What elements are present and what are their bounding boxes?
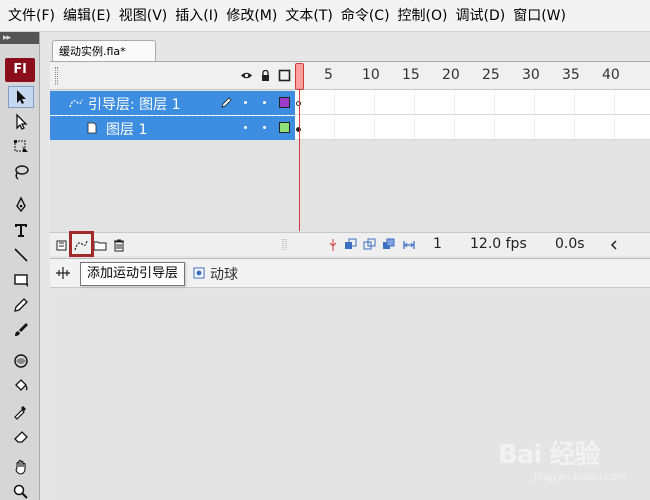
ruler-label: 30	[522, 67, 540, 83]
free-transform-tool-icon[interactable]	[8, 136, 34, 158]
delete-layer-icon[interactable]	[112, 238, 126, 252]
layer-icon	[86, 122, 98, 138]
frame-row-divider	[295, 114, 650, 115]
hand-tool-icon[interactable]	[8, 456, 34, 478]
timeline-toggle-icon[interactable]	[54, 265, 72, 285]
paint-bucket-tool-icon[interactable]	[8, 375, 34, 397]
ruler-label: 15	[402, 67, 420, 83]
onion-skin-icon[interactable]	[344, 238, 358, 252]
visibility-dot-icon[interactable]	[244, 101, 247, 104]
modify-onion-markers-icon[interactable]	[402, 238, 416, 252]
menu-view[interactable]: 视图(V)	[115, 0, 172, 32]
frame-row-divider	[295, 139, 650, 140]
watermark-logo: Bai 经验	[498, 440, 600, 470]
scene-label[interactable]: 动球	[210, 264, 238, 284]
scroll-left-icon[interactable]	[607, 238, 621, 252]
ruler-label: 35	[562, 67, 580, 83]
menu-edit[interactable]: 编辑(E)	[59, 0, 115, 32]
visibility-dot-icon[interactable]	[244, 126, 247, 129]
zoom-tool-icon[interactable]	[8, 481, 34, 500]
motion-guide-icon	[69, 97, 83, 113]
playhead[interactable]	[295, 63, 304, 90]
symbol-icon	[193, 267, 205, 283]
ruler-label: 25	[482, 67, 500, 83]
insert-layer-icon[interactable]	[55, 238, 69, 252]
menu-file[interactable]: 文件(F)	[4, 0, 59, 32]
add-motion-guide-tooltip: 添加运动引导层	[80, 262, 186, 286]
pencil-icon	[220, 96, 233, 113]
rectangle-tool-icon[interactable]	[8, 269, 34, 291]
timeline-footer: 1 12.0 fps 0.0s	[50, 232, 650, 256]
current-frame: 1	[433, 236, 442, 252]
layer-name[interactable]: 图层 1	[106, 119, 147, 139]
panel-grip-icon[interactable]	[55, 67, 58, 85]
outline-color-icon[interactable]	[279, 122, 290, 133]
pen-tool-icon[interactable]	[8, 194, 34, 216]
subselection-tool-icon[interactable]	[8, 111, 34, 133]
edit-multiple-frames-icon[interactable]	[382, 238, 396, 252]
watermark-url: jingyan.baidu.com	[534, 472, 627, 483]
divider-grip-icon[interactable]	[282, 238, 288, 252]
eyedropper-tool-icon[interactable]	[8, 400, 34, 422]
outline-color-icon[interactable]	[279, 97, 290, 108]
ruler-label: 40	[602, 67, 620, 83]
insert-folder-icon[interactable]	[93, 238, 107, 252]
playhead-line	[299, 90, 300, 231]
onion-skin-outline-icon[interactable]	[363, 238, 377, 252]
brush-tool-icon[interactable]	[8, 319, 34, 341]
deco-tool-icon[interactable]	[8, 350, 34, 372]
lock-icon[interactable]	[259, 69, 272, 82]
layer-row-1[interactable]: 图层 1	[50, 116, 295, 140]
selection-tool-icon[interactable]	[8, 86, 34, 108]
eraser-tool-icon[interactable]	[8, 425, 34, 447]
center-frame-icon[interactable]	[326, 238, 340, 252]
line-tool-icon[interactable]	[8, 244, 34, 266]
menu-control[interactable]: 控制(O)	[394, 0, 452, 32]
lock-dot-icon[interactable]	[263, 126, 266, 129]
frame-rate[interactable]: 12.0 fps	[470, 236, 527, 252]
tools-panel: ▸▸ Fl	[0, 32, 40, 500]
flash-logo: Fl	[5, 58, 35, 82]
pencil-tool-icon[interactable]	[8, 294, 34, 316]
panel-collapse-icon[interactable]: ▸▸	[0, 32, 39, 44]
timeline-header: 5 10 15 20 25 30 35 40	[50, 62, 650, 90]
lasso-tool-icon[interactable]	[8, 161, 34, 183]
menu-bar: 文件(F) 编辑(E) 视图(V) 插入(I) 修改(M) 文本(T) 命令(C…	[0, 0, 650, 32]
menu-window[interactable]: 窗口(W)	[509, 0, 570, 32]
outline-icon[interactable]	[278, 69, 291, 82]
timeline-panel: 5 10 15 20 25 30 35 40 引导层: 图层 1 图层 1 1 …	[50, 61, 650, 257]
baidu-watermark: Bai 经验 jingyan.baidu.com	[498, 430, 638, 490]
menu-text[interactable]: 文本(T)	[281, 0, 336, 32]
document-tab[interactable]: 缓动实例.fla*	[52, 40, 156, 62]
add-motion-guide-button-highlight	[69, 231, 94, 257]
menu-insert[interactable]: 插入(I)	[171, 0, 222, 32]
frames-grid[interactable]	[295, 90, 650, 140]
layer-row-guide[interactable]: 引导层: 图层 1	[50, 91, 295, 115]
text-tool-icon[interactable]	[8, 219, 34, 241]
menu-debug[interactable]: 调试(D)	[452, 0, 510, 32]
ruler-label: 5	[324, 67, 333, 83]
frame-ruler[interactable]: 5 10 15 20 25 30 35 40	[295, 62, 650, 90]
menu-modify[interactable]: 修改(M)	[222, 0, 281, 32]
eye-icon[interactable]	[240, 69, 253, 82]
ruler-label: 10	[362, 67, 380, 83]
menu-commands[interactable]: 命令(C)	[337, 0, 394, 32]
lock-dot-icon[interactable]	[263, 101, 266, 104]
ruler-label: 20	[442, 67, 460, 83]
elapsed-time: 0.0s	[555, 236, 585, 252]
layer-name[interactable]: 引导层: 图层 1	[88, 94, 181, 114]
